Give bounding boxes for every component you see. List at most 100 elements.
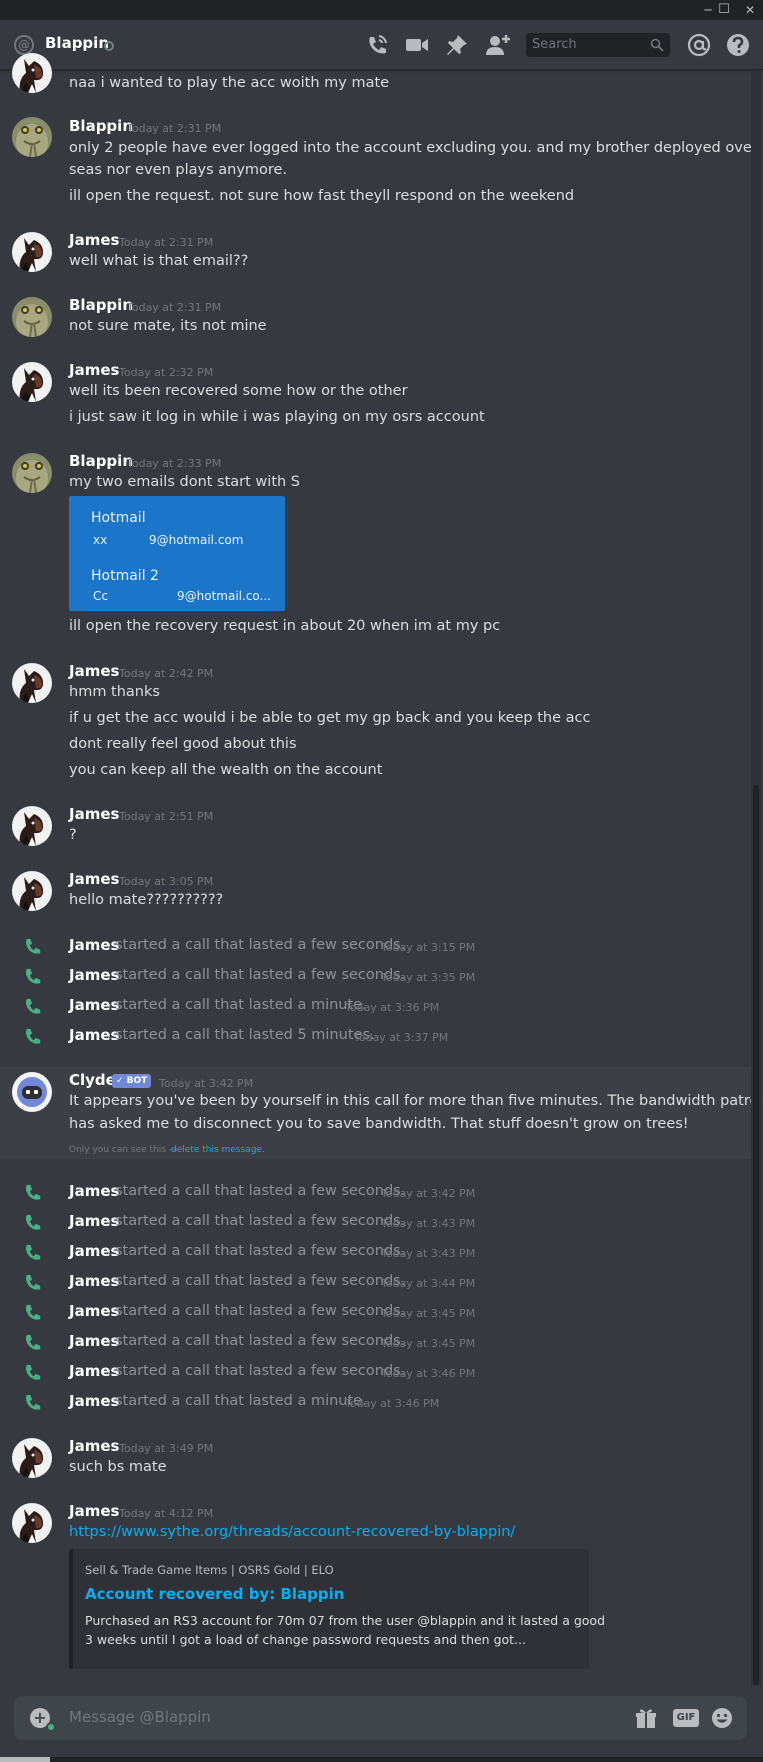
- call-caller[interactable]: James: [69, 1332, 119, 1350]
- timestamp: Today at 2:31 PM: [127, 301, 222, 314]
- call-caller[interactable]: James: [69, 1212, 119, 1230]
- avatar[interactable]: [12, 362, 52, 402]
- add-friend-icon[interactable]: [485, 32, 511, 58]
- clyde-avatar[interactable]: [12, 1072, 52, 1112]
- offline-status-icon: [104, 41, 114, 51]
- timestamp: Today at 2:32 PM: [119, 366, 214, 379]
- phone-icon: [25, 1394, 41, 1410]
- username[interactable]: James: [69, 231, 119, 249]
- avatar[interactable]: [12, 1503, 52, 1543]
- timestamp: Today at 2:31 PM: [127, 122, 222, 135]
- call-summary: started a call that lasted a minute.: [115, 997, 367, 1013]
- pin-icon[interactable]: [444, 32, 470, 58]
- avatar[interactable]: [12, 871, 52, 911]
- timestamp: Today at 2:51 PM: [119, 810, 214, 823]
- call-caller[interactable]: James: [69, 1302, 119, 1320]
- window-titlebar: ─ ☐ ✕: [0, 0, 763, 20]
- help-icon[interactable]: [725, 32, 751, 58]
- search-placeholder: Search: [532, 37, 577, 52]
- call-caller[interactable]: James: [69, 1392, 119, 1410]
- emoji-icon[interactable]: [710, 1707, 734, 1729]
- ephemeral-note: Only you can see this —: [69, 1145, 178, 1155]
- delete-message-link[interactable]: delete this message.: [171, 1145, 265, 1155]
- username[interactable]: James: [69, 870, 119, 888]
- channel-title: Blappin: [45, 34, 109, 52]
- username[interactable]: Clyde: [69, 1071, 116, 1089]
- message-line: well its been recovered some how or the …: [69, 383, 408, 399]
- gif-icon[interactable]: GIF: [673, 1709, 699, 1727]
- username[interactable]: James: [69, 1502, 119, 1520]
- message-line: has asked me to disconnect you to save b…: [69, 1116, 689, 1132]
- search-input[interactable]: Search: [526, 33, 670, 57]
- call-caller[interactable]: James: [69, 1026, 119, 1044]
- call-caller[interactable]: James: [69, 1272, 119, 1290]
- call-caller[interactable]: James: [69, 1362, 119, 1380]
- message-input[interactable]: Message @Blappin: [69, 1708, 211, 1726]
- scrollbar-thumb[interactable]: [753, 785, 759, 1685]
- message-line: naa i wanted to play the acc woith my ma…: [69, 75, 390, 91]
- message-line: ill open the request. not sure how fast …: [69, 188, 575, 204]
- call-summary: started a call that lasted a few seconds…: [115, 1213, 406, 1229]
- embed-provider[interactable]: Sell & Trade Game Items | OSRS Gold | EL…: [85, 1563, 334, 1577]
- taskbar-indicator: [0, 1757, 50, 1762]
- timestamp: Today at 3:46 PM: [381, 1367, 476, 1380]
- username[interactable]: James: [69, 361, 119, 379]
- phone-call-icon[interactable]: [364, 32, 390, 58]
- phone-icon: [25, 1304, 41, 1320]
- email-label: Hotmail: [91, 510, 146, 526]
- avatar[interactable]: [12, 806, 52, 846]
- timestamp: Today at 3:35 PM: [381, 971, 476, 984]
- timestamp: Today at 3:45 PM: [381, 1307, 476, 1320]
- call-summary: started a call that lasted a few seconds…: [115, 967, 406, 983]
- maximize-button[interactable]: ☐: [716, 2, 732, 18]
- embed-description: Purchased an RS3 account for 70m 07 from…: [85, 1613, 606, 1628]
- mention-icon[interactable]: [686, 32, 712, 58]
- avatar[interactable]: [12, 232, 52, 272]
- message-link[interactable]: https://www.sythe.org/threads/account-re…: [69, 1524, 515, 1540]
- message-line: only 2 people have ever logged into the …: [69, 140, 758, 156]
- username[interactable]: Blappin: [69, 296, 133, 314]
- username[interactable]: Blappin: [69, 117, 133, 135]
- search-icon: [650, 38, 664, 52]
- phone-icon: [25, 1274, 41, 1290]
- message-composer[interactable]: + Message @Blappin GIF: [14, 1696, 747, 1740]
- timestamp: Today at 3:05 PM: [119, 875, 214, 888]
- phone-icon: [25, 1244, 41, 1260]
- call-summary: started a call that lasted a few seconds…: [115, 1303, 406, 1319]
- minimize-button[interactable]: ─: [700, 2, 716, 18]
- call-summary: started a call that lasted a few seconds…: [115, 937, 406, 953]
- call-caller[interactable]: James: [69, 966, 119, 984]
- avatar[interactable]: [12, 453, 52, 493]
- message-line: if u get the acc would i be able to get …: [69, 710, 591, 726]
- message-line: ?: [69, 827, 77, 843]
- username[interactable]: James: [69, 662, 119, 680]
- embed-description: 3 weeks until I got a load of change pas…: [85, 1632, 526, 1647]
- timestamp: Today at 3:49 PM: [119, 1442, 214, 1455]
- username[interactable]: James: [69, 805, 119, 823]
- timestamp: Today at 3:45 PM: [381, 1337, 476, 1350]
- message-line: dont really feel good about this: [69, 736, 297, 752]
- email-image-attachment[interactable]: Hotmail xx 9@hotmail.com Hotmail 2 Cc 9@…: [69, 496, 285, 611]
- avatar[interactable]: [12, 297, 52, 337]
- timestamp: Today at 3:46 PM: [345, 1397, 440, 1410]
- email-value: 9@hotmail.co...: [177, 589, 271, 603]
- gift-icon[interactable]: [634, 1707, 658, 1729]
- avatar[interactable]: [12, 1438, 52, 1478]
- message-line: you can keep all the wealth on the accou…: [69, 762, 383, 778]
- username[interactable]: James: [69, 1437, 119, 1455]
- avatar[interactable]: [12, 117, 52, 157]
- call-caller[interactable]: James: [69, 1182, 119, 1200]
- embed-title[interactable]: Account recovered by: Blappin: [85, 1585, 344, 1603]
- call-caller[interactable]: James: [69, 936, 119, 954]
- avatar[interactable]: [12, 53, 52, 93]
- phone-icon: [25, 1028, 41, 1044]
- username[interactable]: Blappin: [69, 452, 133, 470]
- call-caller[interactable]: James: [69, 996, 119, 1014]
- message-line: well what is that email??: [69, 253, 249, 269]
- close-button[interactable]: ✕: [742, 2, 758, 18]
- avatar[interactable]: [12, 663, 52, 703]
- email-value: Cc: [93, 589, 108, 603]
- video-icon[interactable]: [404, 32, 430, 58]
- channel-header: @ Blappin Search: [0, 20, 763, 70]
- call-caller[interactable]: James: [69, 1242, 119, 1260]
